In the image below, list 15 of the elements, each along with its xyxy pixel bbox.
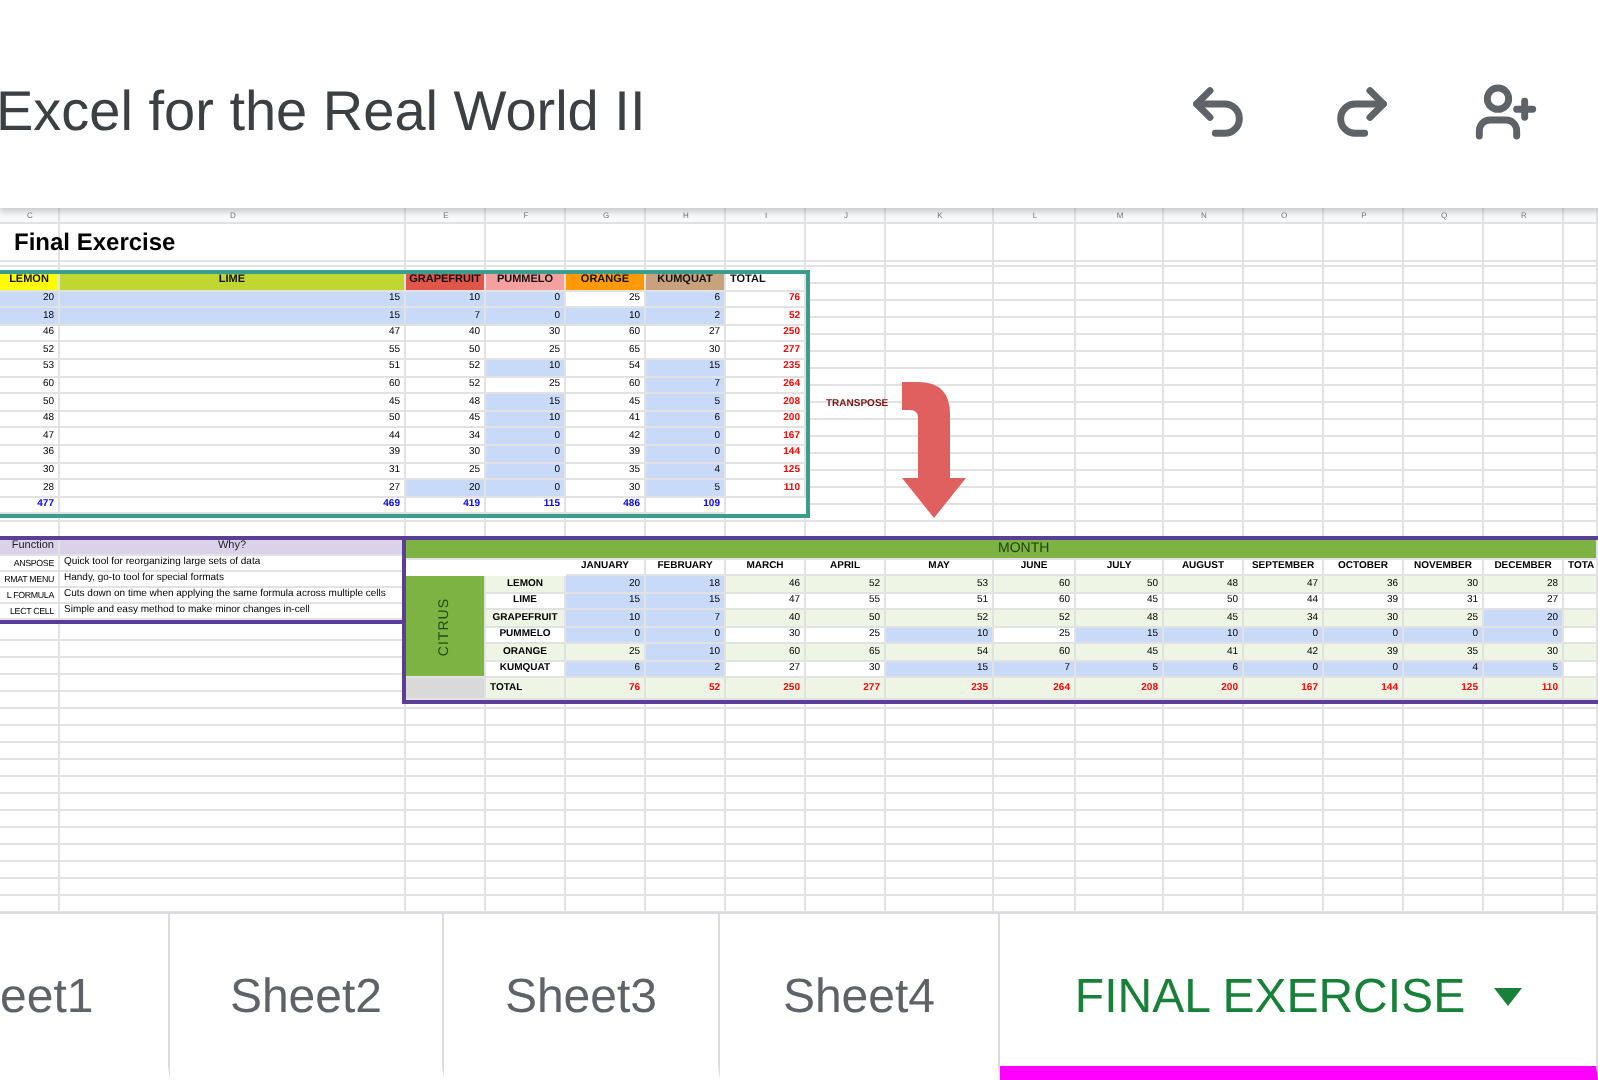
add-person-icon[interactable] (1474, 80, 1538, 144)
sheet-tab[interactable]: Sheet4 (720, 914, 1000, 1080)
sheet-title: Final Exercise (12, 225, 178, 260)
sheet-tab[interactable]: Sheet3 (444, 914, 720, 1080)
document-title: Excel for the Real World II (0, 80, 648, 144)
sheet-tab[interactable]: eet1 (0, 914, 170, 1080)
table-cell (1564, 644, 1598, 662)
sheet-tab[interactable]: FINAL EXERCISE (1000, 914, 1598, 1080)
table-cell (1564, 610, 1598, 628)
table-cell (1564, 576, 1598, 594)
sheet-tab[interactable]: Sheet2 (170, 914, 444, 1080)
curved-arrow (902, 382, 966, 519)
table-cell (1564, 678, 1598, 701)
table-cell (406, 678, 486, 701)
caret-icon (1493, 988, 1522, 1006)
